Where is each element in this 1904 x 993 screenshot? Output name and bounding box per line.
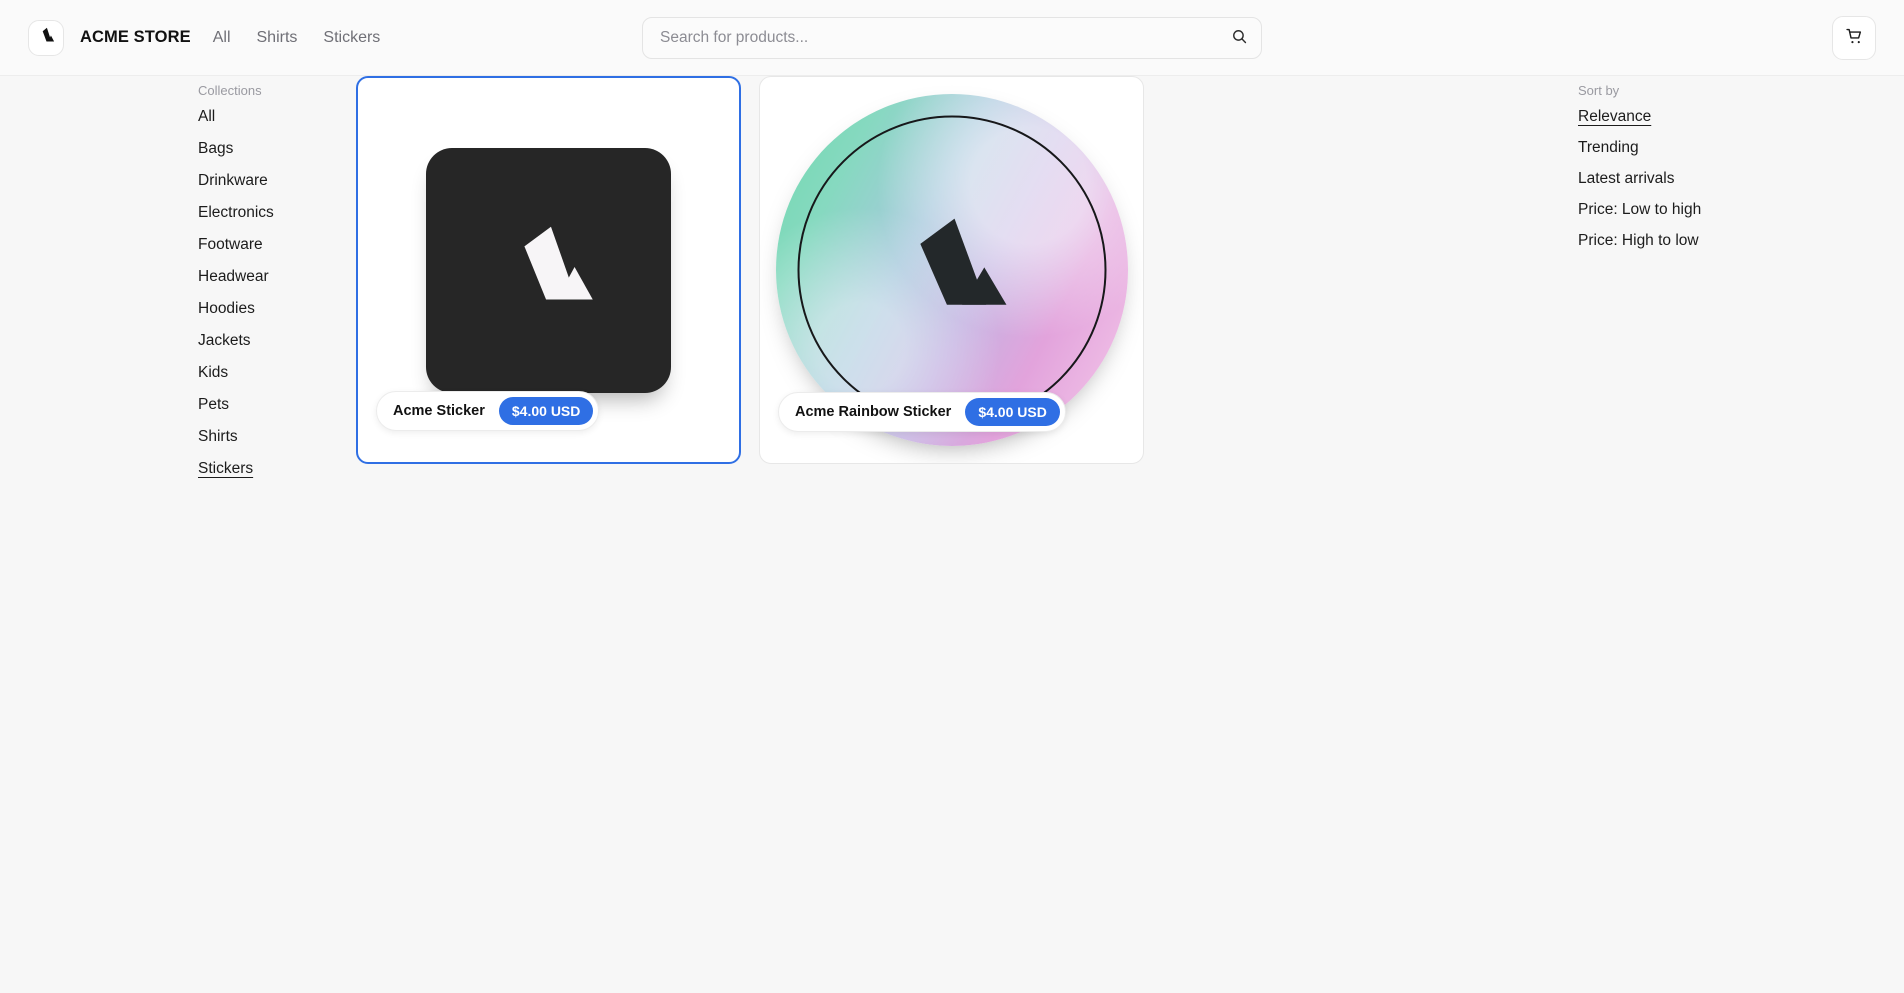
- sort-option-latest-arrivals[interactable]: Latest arrivals: [1578, 170, 1674, 187]
- acme-triangle-logo-button[interactable]: [28, 19, 64, 56]
- sidebar-item-kids[interactable]: Kids: [198, 364, 228, 383]
- sidebar-item-stickers[interactable]: Stickers: [198, 460, 253, 479]
- sort-option-trending[interactable]: Trending: [1578, 139, 1639, 156]
- list-item: Pets: [198, 396, 348, 415]
- product-card-acme-rainbow-sticker[interactable]: Acme Rainbow Sticker $4.00 USD: [759, 76, 1144, 464]
- sort-heading: Sort by: [1578, 83, 1620, 98]
- list-item: Kids: [198, 364, 348, 383]
- list-item: Drinkware: [198, 172, 348, 191]
- list-item: Footware: [198, 236, 348, 255]
- list-item: Price: High to low: [1578, 232, 1768, 250]
- shopping-cart-icon: [1845, 27, 1864, 49]
- sidebar-item-headwear[interactable]: Headwear: [198, 268, 269, 287]
- sidebar-item-bags[interactable]: Bags: [198, 140, 233, 159]
- sidebar-item-drinkware[interactable]: Drinkware: [198, 172, 268, 191]
- nav-link-shirts[interactable]: Shirts: [257, 29, 298, 47]
- primary-nav: All Shirts Stickers: [213, 29, 381, 47]
- search-icon: [1231, 28, 1248, 48]
- product-price-badge: $4.00 USD: [498, 397, 594, 425]
- list-item: Latest arrivals: [1578, 170, 1768, 188]
- list-item: Electronics: [198, 204, 348, 223]
- brand-name: ACME STORE: [80, 28, 191, 46]
- sort-options-list: Relevance Trending Latest arrivals Price…: [1578, 108, 1768, 250]
- sort-option-relevance[interactable]: Relevance: [1578, 108, 1651, 125]
- list-item: Trending: [1578, 139, 1768, 157]
- product-title: Acme Rainbow Sticker: [795, 404, 952, 420]
- brand-group: ACME STORE: [28, 19, 191, 56]
- collections-list: All Bags Drinkware Electronics Footware …: [198, 108, 348, 479]
- sidebar-item-jackets[interactable]: Jackets: [198, 332, 251, 351]
- sidebar-item-hoodies[interactable]: Hoodies: [198, 300, 255, 319]
- sidebar-item-shirts[interactable]: Shirts: [198, 428, 238, 447]
- cart-button[interactable]: [1832, 15, 1876, 60]
- nav-link-stickers[interactable]: Stickers: [323, 29, 380, 47]
- dark-square-sticker-graphic: [426, 147, 671, 393]
- product-label: Acme Sticker $4.00 USD: [376, 391, 600, 431]
- search-input[interactable]: [643, 17, 1261, 58]
- list-item: Headwear: [198, 268, 348, 287]
- search-submit-button[interactable]: [1229, 28, 1249, 48]
- product-title: Acme Sticker: [393, 403, 485, 419]
- product-price-badge: $4.00 USD: [965, 398, 1060, 426]
- acme-triangle-logo-icon: [490, 209, 608, 332]
- search-container: [642, 16, 1262, 59]
- sidebar-item-electronics[interactable]: Electronics: [198, 204, 274, 223]
- product-label: Acme Rainbow Sticker $4.00 USD: [778, 392, 1066, 432]
- page-body: Collections All Bags Drinkware Electroni…: [0, 76, 1904, 993]
- sidebar-item-footware[interactable]: Footware: [198, 236, 263, 255]
- collections-sidebar: Collections All Bags Drinkware Electroni…: [198, 84, 348, 492]
- sort-panel: Sort by Relevance Trending Latest arriva…: [1578, 84, 1768, 263]
- acme-triangle-logo-icon: [37, 26, 56, 50]
- list-item: Jackets: [198, 332, 348, 351]
- list-item: Hoodies: [198, 300, 348, 319]
- list-item: Bags: [198, 140, 348, 159]
- list-item: All: [198, 108, 348, 127]
- sort-option-price-low-to-high[interactable]: Price: Low to high: [1578, 201, 1701, 218]
- product-grid: Acme Sticker $4.00 USD Acme Rainbow Stic…: [356, 76, 1144, 464]
- product-card-acme-sticker[interactable]: Acme Sticker $4.00 USD: [356, 76, 741, 464]
- acme-triangle-logo-icon: [876, 192, 1028, 349]
- list-item: Stickers: [198, 460, 348, 479]
- collections-heading: Collections: [198, 83, 262, 98]
- nav-link-all[interactable]: All: [213, 29, 231, 47]
- search-box[interactable]: [642, 16, 1262, 59]
- list-item: Relevance: [1578, 108, 1768, 126]
- sidebar-item-all[interactable]: All: [198, 108, 215, 127]
- sort-option-price-high-to-low[interactable]: Price: High to low: [1578, 232, 1699, 249]
- list-item: Price: Low to high: [1578, 201, 1768, 219]
- sidebar-item-pets[interactable]: Pets: [198, 396, 229, 415]
- site-header: ACME STORE All Shirts Stickers: [0, 0, 1904, 76]
- list-item: Shirts: [198, 428, 348, 447]
